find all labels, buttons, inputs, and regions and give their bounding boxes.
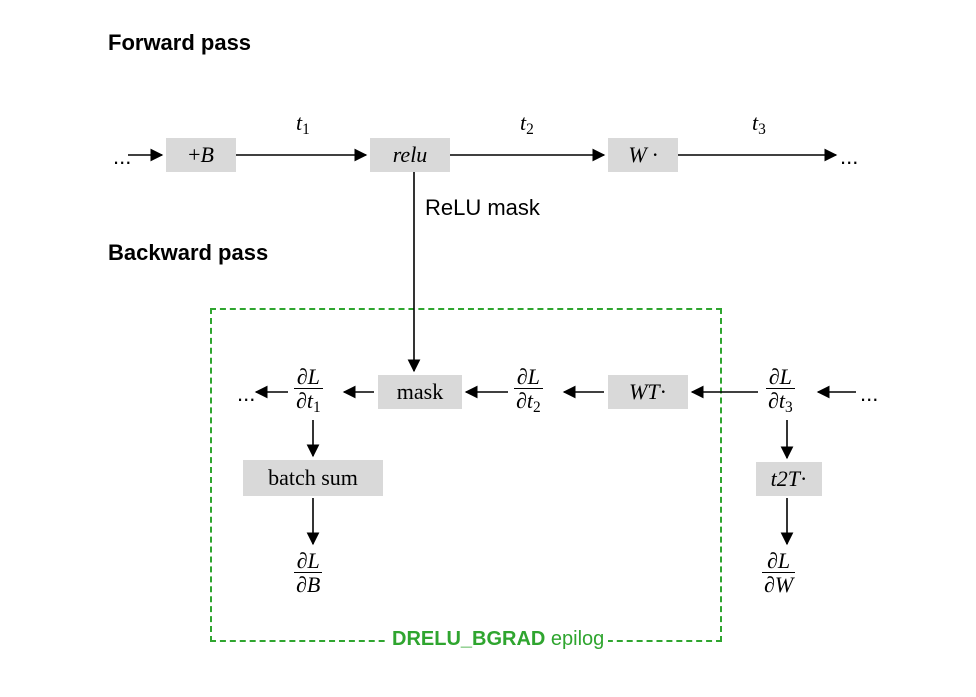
label-dL-dt2: ∂L ∂t2	[514, 364, 543, 416]
label-t2-sub: 2	[526, 121, 534, 138]
heading-forward: Forward pass	[108, 30, 251, 56]
box-t2T-dot: ·	[800, 466, 807, 492]
diagram-canvas: Forward pass Backward pass ... +B /* noo…	[0, 0, 976, 697]
dL-dt3-den-sub: 3	[785, 399, 793, 416]
dL-dt3-den-var: ∂t	[768, 388, 785, 413]
box-WT-dot: ·	[660, 379, 667, 405]
box-t2T-sup: T	[788, 466, 800, 492]
dL-dB-num: ∂L	[295, 549, 322, 572]
box-WT-sup: T	[647, 379, 659, 405]
label-t1-sub: 1	[302, 121, 310, 138]
forward-ellipsis-left: ...	[113, 144, 131, 170]
label-dL-dB: ∂L ∂B	[294, 548, 322, 596]
box-batch-sum: batch sum	[243, 460, 383, 496]
box-W-mul-text: W ·	[628, 142, 657, 168]
dL-dt2-den-sub: 2	[533, 399, 541, 416]
dL-dt3-num: ∂L	[767, 365, 794, 388]
dL-dt1-num: ∂L	[295, 365, 322, 388]
epilog-label-strong: DRELU_BGRAD	[392, 628, 545, 650]
dL-dB-den: ∂B	[294, 572, 322, 596]
label-t3: t3	[752, 110, 766, 139]
epilog-label: DRELU_BGRAD epilog	[388, 628, 608, 651]
forward-ellipsis-right: ...	[840, 144, 858, 170]
box-WT-base: W	[629, 379, 647, 405]
dL-dt1-den-var: ∂t	[296, 388, 313, 413]
box-mask: mask	[378, 375, 462, 409]
box-W-mul: W ·	[608, 138, 678, 172]
label-relu-mask: ReLU mask	[425, 195, 540, 221]
box-bias-add: +B	[166, 138, 236, 172]
epilog-label-tail: epilog	[545, 628, 604, 650]
dL-dt1-den-sub: 1	[313, 399, 321, 416]
dL-dt2-num: ∂L	[515, 365, 542, 388]
label-dL-dt1: ∂L ∂t1	[294, 364, 323, 416]
dL-dW-num: ∂L	[765, 549, 792, 572]
label-dL-dt3: ∂L ∂t3	[766, 364, 795, 416]
label-t1: t1	[296, 110, 310, 139]
label-dL-dW: ∂L ∂W	[762, 548, 795, 596]
backward-ellipsis-left: ...	[237, 381, 255, 407]
box-relu: relu	[370, 138, 450, 172]
heading-backward: Backward pass	[108, 240, 268, 266]
box-t2T-sub: 2	[777, 466, 788, 492]
backward-ellipsis-right: ...	[860, 381, 878, 407]
label-t2: t2	[520, 110, 534, 139]
dL-dW-den: ∂W	[762, 572, 795, 596]
box-t2T-mul: t2T ·	[756, 462, 822, 496]
box-WT-mul: WT ·	[608, 375, 688, 409]
label-t3-sub: 3	[758, 121, 766, 138]
dL-dt2-den-var: ∂t	[516, 388, 533, 413]
